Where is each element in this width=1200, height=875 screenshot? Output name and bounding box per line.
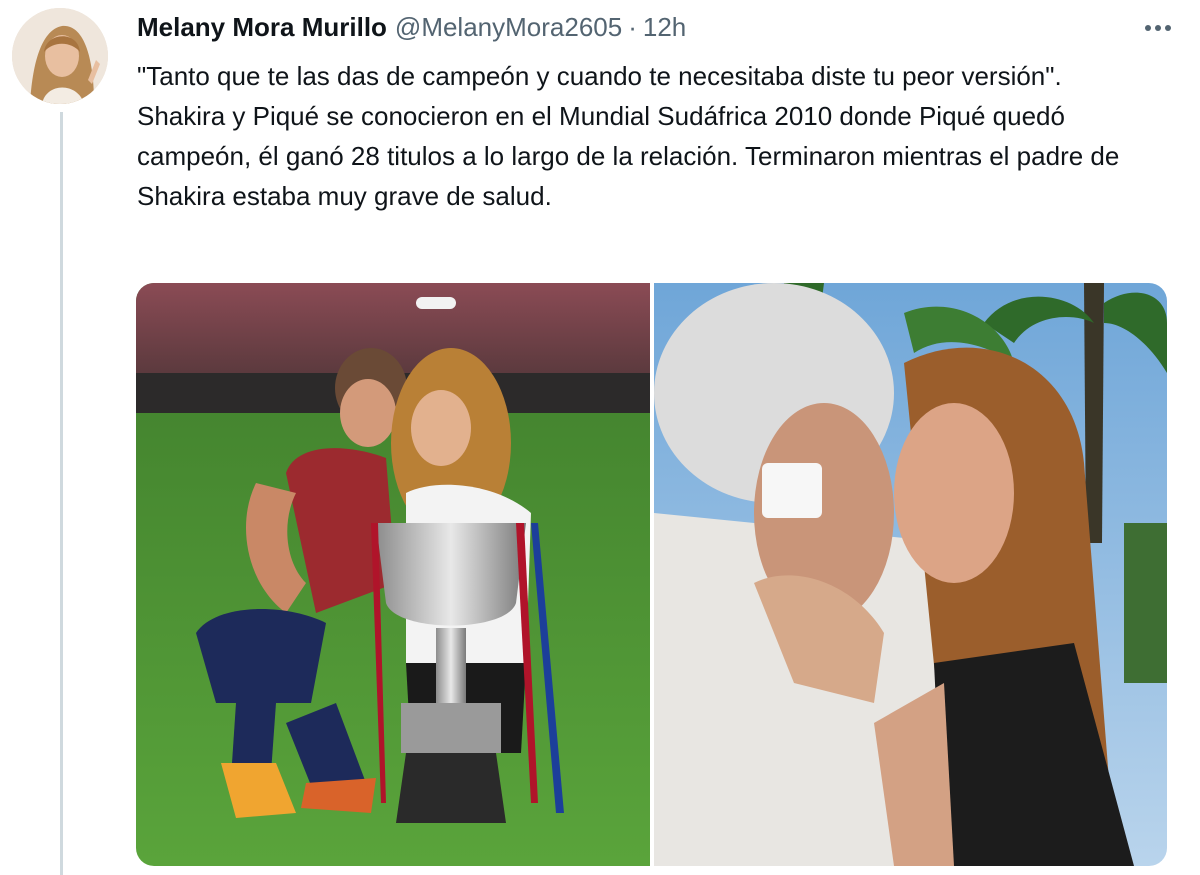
timestamp[interactable]: 12h <box>643 12 686 43</box>
avatar-photo <box>12 8 108 104</box>
thread-line <box>60 112 63 875</box>
tweet-line-body: Shakira y Piqué se conocieron en el Mund… <box>137 101 1120 211</box>
tweet-header: Melany Mora Murillo @MelanyMora2605 · 12… <box>137 12 1140 46</box>
author-handle[interactable]: @MelanyMora2605 <box>395 12 622 43</box>
tweet-text: "Tanto que te las das de campeón y cuand… <box>137 56 1137 216</box>
photo-trophy-image <box>136 283 650 866</box>
more-horizontal-icon <box>1145 25 1171 31</box>
more-options-button[interactable] <box>1138 8 1178 48</box>
avatar[interactable] <box>12 8 108 104</box>
tweet-line-quote: "Tanto que te las das de campeón y cuand… <box>137 61 1062 91</box>
photo-father-image <box>654 283 1167 866</box>
media-photo-father[interactable] <box>654 283 1167 866</box>
separator-dot: · <box>628 12 637 42</box>
media-photo-trophy[interactable] <box>136 283 650 866</box>
author-name[interactable]: Melany Mora Murillo <box>137 12 387 43</box>
tweet-media[interactable] <box>136 283 1167 866</box>
